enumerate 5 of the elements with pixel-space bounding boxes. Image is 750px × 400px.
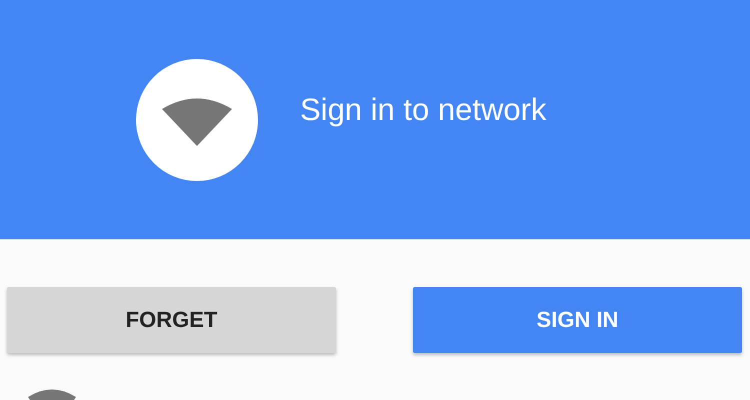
header-title: Sign in to network [300,92,546,128]
wifi-icon [28,388,76,400]
forget-button[interactable]: FORGET [7,287,336,353]
wifi-icon [162,96,232,146]
sign-in-button[interactable]: SIGN IN [413,287,742,353]
